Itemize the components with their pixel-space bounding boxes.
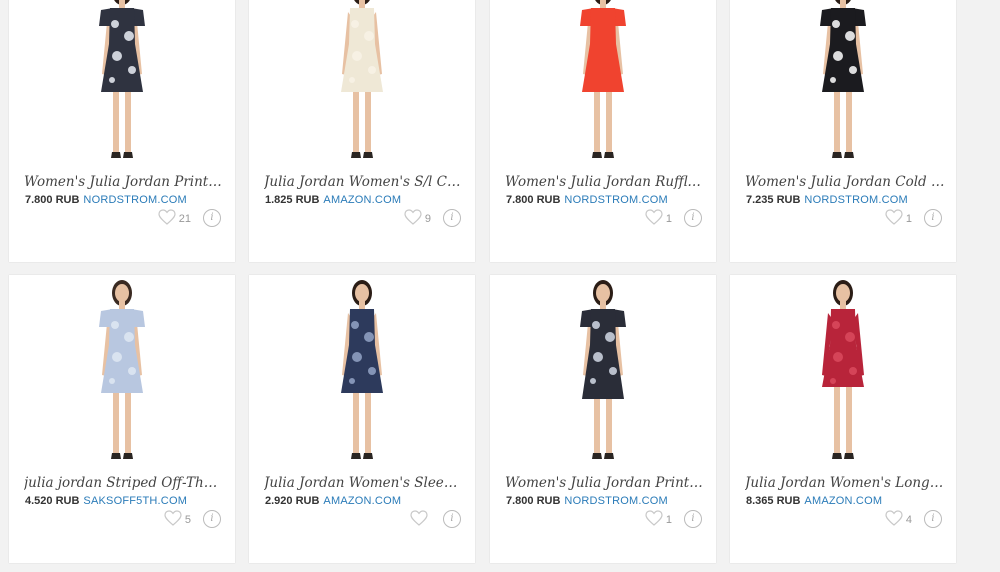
store-link[interactable]: NORDSTROM.COM (804, 194, 907, 206)
product-title[interactable]: Women's Julia Jordan Print ... (24, 174, 224, 190)
product-meta: 7.235 RUB NORDSTROM.COM (746, 194, 908, 206)
info-circle-icon[interactable]: i (924, 209, 942, 227)
product-title[interactable]: Julia Jordan Women's S/l Co... (264, 174, 464, 190)
like-button[interactable]: 9 (404, 209, 431, 228)
product-card[interactable]: julia jordan Striped Off-The-... 4.520 RU… (9, 275, 235, 563)
product-card[interactable]: Julia Jordan Women's Long S... 8.365 RUB A… (730, 275, 956, 563)
product-image[interactable] (249, 0, 475, 170)
info-circle-icon[interactable]: i (684, 209, 702, 227)
heart-outline-icon (404, 209, 422, 228)
product-meta: 7.800 RUB NORDSTROM.COM (506, 194, 668, 206)
product-image[interactable] (490, 0, 716, 170)
heart-outline-icon (645, 209, 663, 228)
store-link[interactable]: NORDSTROM.COM (564, 495, 667, 507)
info-circle-icon[interactable]: i (443, 209, 461, 227)
info-circle-icon[interactable]: i (443, 510, 461, 528)
heart-outline-icon (164, 510, 182, 529)
product-price: 8.365 RUB (746, 495, 801, 507)
info-circle-icon[interactable]: i (203, 209, 221, 227)
product-image[interactable] (9, 275, 235, 471)
info-circle-icon[interactable]: i (684, 510, 702, 528)
product-price: 2.920 RUB (265, 495, 320, 507)
product-price: 7.800 RUB (25, 194, 80, 206)
store-link[interactable]: NORDSTROM.COM (564, 194, 667, 206)
product-card[interactable]: Julia Jordan Women's Sleevel... 2.920 RUB… (249, 275, 475, 563)
store-link[interactable]: NORDSTROM.COM (83, 194, 186, 206)
like-button[interactable]: 1 (885, 209, 912, 228)
product-image[interactable] (490, 275, 716, 471)
like-button[interactable]: 5 (164, 510, 191, 529)
like-count: 21 (178, 212, 191, 225)
store-link[interactable]: AMAZON.COM (323, 194, 401, 206)
product-meta: 7.800 RUB NORDSTROM.COM (506, 495, 668, 507)
heart-outline-icon (158, 209, 176, 228)
info-circle-icon[interactable]: i (924, 510, 942, 528)
heart-outline-icon (885, 209, 903, 228)
product-grid: Women's Julia Jordan Print ... 7.800 RUB N… (0, 0, 1000, 572)
product-card[interactable]: Women's Julia Jordan Ruffle ... 7.800 RUB… (490, 0, 716, 262)
heart-outline-icon (410, 510, 428, 529)
like-count: 9 (424, 212, 431, 225)
product-title[interactable]: julia jordan Striped Off-The-... (24, 475, 224, 491)
product-meta: 2.920 RUB AMAZON.COM (265, 495, 401, 507)
product-meta: 8.365 RUB AMAZON.COM (746, 495, 882, 507)
heart-outline-icon (885, 510, 903, 529)
product-title[interactable]: Julia Jordan Women's Sleevel... (264, 475, 464, 491)
like-button[interactable]: 1 (645, 209, 672, 228)
store-link[interactable]: AMAZON.COM (804, 495, 882, 507)
product-price: 7.235 RUB (746, 194, 801, 206)
product-meta: 4.520 RUB SAKSOFF5TH.COM (25, 495, 187, 507)
product-card[interactable]: Women's Julia Jordan Print ... 7.800 RUB N… (490, 275, 716, 563)
product-card[interactable]: Julia Jordan Women's S/l Co... 1.825 RUB A… (249, 0, 475, 262)
like-count: 1 (665, 513, 672, 526)
like-button[interactable] (410, 510, 431, 529)
like-count: 1 (905, 212, 912, 225)
product-price: 4.520 RUB (25, 495, 80, 507)
like-button[interactable]: 21 (158, 209, 191, 228)
product-price: 7.800 RUB (506, 194, 561, 206)
product-title[interactable]: Julia Jordan Women's Long S... (745, 475, 945, 491)
product-title[interactable]: Women's Julia Jordan Ruffle ... (505, 174, 705, 190)
like-count: 1 (665, 212, 672, 225)
product-price: 1.825 RUB (265, 194, 320, 206)
product-card[interactable]: Women's Julia Jordan Print ... 7.800 RUB N… (9, 0, 235, 262)
product-meta: 1.825 RUB AMAZON.COM (265, 194, 401, 206)
info-circle-icon[interactable]: i (203, 510, 221, 528)
like-button[interactable]: 4 (885, 510, 912, 529)
like-button[interactable]: 1 (645, 510, 672, 529)
product-title[interactable]: Women's Julia Jordan Print ... (505, 475, 705, 491)
like-count: 4 (905, 513, 912, 526)
store-link[interactable]: AMAZON.COM (323, 495, 401, 507)
heart-outline-icon (645, 510, 663, 529)
product-image[interactable] (249, 275, 475, 471)
product-card[interactable]: Women's Julia Jordan Cold S... 7.235 RUB N… (730, 0, 956, 262)
like-count: 5 (184, 513, 191, 526)
product-meta: 7.800 RUB NORDSTROM.COM (25, 194, 187, 206)
product-title[interactable]: Women's Julia Jordan Cold S... (745, 174, 945, 190)
product-image[interactable] (730, 0, 956, 170)
product-price: 7.800 RUB (506, 495, 561, 507)
product-image[interactable] (9, 0, 235, 170)
product-image[interactable] (730, 275, 956, 471)
store-link[interactable]: SAKSOFF5TH.COM (83, 495, 187, 507)
